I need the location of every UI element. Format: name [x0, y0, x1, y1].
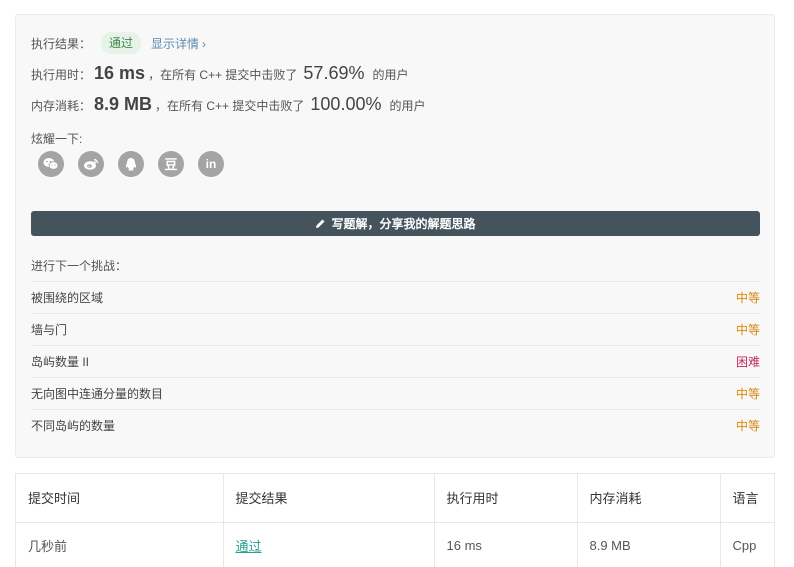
table-header-row: 提交时间 提交结果 执行用时 内存消耗 语言	[16, 474, 774, 523]
submission-result-card: 执行结果： 通过 显示详情 › 执行用时： 16 ms ，在所有 C++ 提交中击…	[15, 14, 775, 458]
header-submit-time: 提交时间	[16, 474, 224, 523]
runtime-value: 16 ms	[94, 63, 146, 83]
challenge-title: 被围绕的区域	[31, 291, 104, 305]
linkedin-icon[interactable]: in	[198, 151, 224, 177]
difficulty-badge: 困难	[735, 355, 760, 369]
memory-label: 内存消耗：	[31, 99, 92, 113]
cell-runtime: 16 ms	[434, 522, 578, 567]
challenge-title: 岛屿数量 II	[31, 355, 90, 369]
runtime-percent: 57.69%	[303, 63, 365, 83]
cell-language: Cpp	[732, 537, 757, 553]
memory-percent: 100.00%	[310, 94, 382, 114]
challenge-title: 墙与门	[31, 323, 68, 337]
challenge-item[interactable]: 墙与门 中等	[31, 313, 760, 345]
memory-row: 内存消耗： 8.9 MB ，在所有 C++ 提交中击败了 100.00% 的用户	[31, 94, 425, 115]
submissions-table-container: 提交时间 提交结果 执行用时 内存消耗 语言 几秒前 通过 16 ms 8.9 …	[15, 473, 775, 567]
table-row: 几秒前 通过 16 ms 8.9 MB Cpp	[16, 522, 774, 567]
runtime-beat-text: ，在所有 C++ 提交中击败了	[148, 68, 298, 82]
cell-time: 几秒前	[16, 522, 224, 567]
chevron-right-icon: ›	[202, 36, 207, 51]
header-language: 语言	[720, 474, 774, 523]
memory-beat-text: ，在所有 C++ 提交中击败了	[155, 99, 305, 113]
linkedin-glyph: in	[205, 157, 217, 171]
header-runtime: 执行用时	[434, 474, 578, 523]
qq-icon[interactable]	[118, 151, 144, 177]
share-icons: 豆 in	[38, 151, 224, 177]
memory-users-text: 的用户	[389, 99, 426, 113]
result-status-row: 执行结果： 通过 显示详情 ›	[31, 31, 206, 55]
result-link[interactable]: 通过	[236, 539, 262, 554]
runtime-label: 执行用时：	[31, 68, 92, 82]
result-label: 执行结果：	[31, 36, 92, 51]
challenge-item[interactable]: 岛屿数量 II 困难	[31, 345, 760, 377]
pencil-icon	[316, 219, 325, 228]
show-details-label: 显示详情	[151, 36, 200, 51]
write-solution-button[interactable]: 写题解，分享我的解题思路	[31, 211, 760, 236]
difficulty-badge: 中等	[735, 387, 760, 401]
runtime-row: 执行用时： 16 ms ，在所有 C++ 提交中击败了 57.69% 的用户	[31, 63, 409, 84]
share-label: 炫耀一下:	[31, 132, 83, 146]
douban-glyph: 豆	[164, 156, 178, 172]
show-details-link[interactable]: 显示详情 ›	[151, 35, 206, 52]
challenge-item[interactable]: 不同岛屿的数量 中等	[31, 409, 760, 441]
header-memory: 内存消耗	[577, 474, 721, 523]
header-submit-result: 提交结果	[223, 474, 435, 523]
wechat-icon[interactable]	[38, 151, 64, 177]
cell-result: 通过	[223, 522, 435, 567]
next-challenge-list: 被围绕的区域 中等 墙与门 中等 岛屿数量 II 困难 无向图中连通分量的数目 …	[31, 281, 760, 441]
difficulty-badge: 中等	[735, 419, 760, 433]
weibo-icon[interactable]	[78, 151, 104, 177]
write-solution-label: 写题解，分享我的解题思路	[331, 217, 476, 231]
challenge-item[interactable]: 被围绕的区域 中等	[31, 281, 760, 313]
challenge-title: 无向图中连通分量的数目	[31, 387, 164, 401]
submissions-table: 提交时间 提交结果 执行用时 内存消耗 语言 几秒前 通过 16 ms 8.9 …	[16, 474, 774, 567]
cell-memory: 8.9 MB	[577, 522, 721, 567]
challenge-item[interactable]: 无向图中连通分量的数目 中等	[31, 377, 760, 409]
difficulty-badge: 中等	[735, 323, 760, 337]
memory-value: 8.9 MB	[94, 94, 153, 114]
challenge-title: 不同岛屿的数量	[31, 419, 116, 433]
status-badge: 通过	[101, 32, 142, 54]
douban-icon[interactable]: 豆	[158, 151, 184, 177]
runtime-users-text: 的用户	[372, 68, 409, 82]
next-challenge-label: 进行下一个挑战：	[31, 259, 128, 273]
difficulty-badge: 中等	[735, 291, 760, 305]
